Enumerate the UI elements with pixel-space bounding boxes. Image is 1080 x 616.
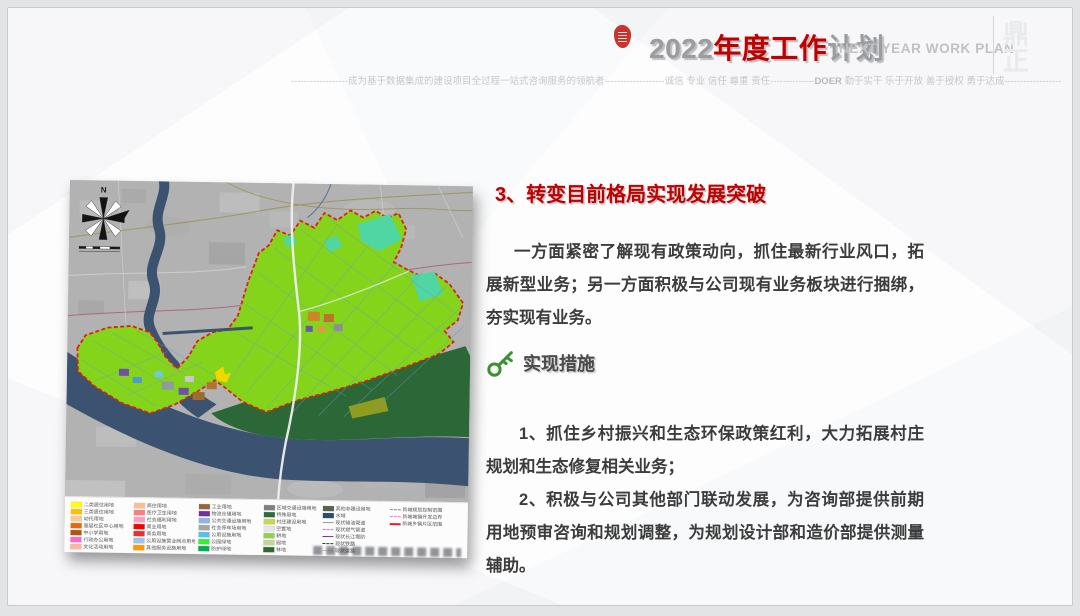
logo-char-bottom: 正 [1001, 48, 1031, 75]
measure-point-1: 1、抓住乡村振兴和生态环保政策红利，大力拓展村庄规划和生态修复相关业务； [486, 418, 924, 484]
logo-char-top: 鼎 [1001, 21, 1031, 48]
key-icon [486, 348, 516, 378]
measure-points: 1、抓住乡村振兴和生态环保政策红利，大力拓展村庄规划和生态修复相关业务； 2、积… [486, 418, 924, 583]
measures-header: 实现措施 [486, 348, 595, 378]
tagline-dashes: ------------------ [1004, 76, 1061, 87]
legend-item: 防护绿地 [198, 545, 260, 553]
intro-paragraph: 一方面紧密了解现有政策动向，抓住最新行业风口，拓展新型业务；另一方面积极与公司现… [486, 236, 924, 335]
north-label: N [101, 185, 107, 194]
tagline-dashes: ------------------- [604, 76, 664, 87]
slide-title-english: NEXT YEAR WORK PLAN [839, 41, 1014, 56]
seal-stamp-icon [614, 25, 631, 48]
slide: 2022年度工作计划 NEXT YEAR WORK PLAN 鼎 正 -----… [7, 7, 1073, 606]
land-use-planning-map: N 二类居住用地三类居住用地幼托用地基层社区中心用地中小学用地行政办公用地文化活… [64, 180, 473, 558]
map-graphic: N [65, 180, 473, 502]
legend-item: 新城乡镇片区范围 [389, 520, 463, 528]
header-divider [993, 16, 994, 74]
legend-item: 其他服务设施用地 [133, 544, 195, 552]
legend-item: 林地 [263, 546, 319, 554]
legend-item: 文化活动用地 [70, 543, 130, 551]
tagline-slogan: 成为基于数据集成的建设项目全过程一站式咨询服务的领航者 [348, 76, 605, 87]
measure-point-2: 2、积极与公司其他部门联动发展，为咨询部提供前期用地预审咨询和规划调整，为规划设… [486, 484, 924, 583]
measures-title: 实现措施 [523, 350, 595, 376]
tagline-doer: DOER [814, 76, 841, 87]
tagline-values: 诚信 专业 信任 尊重 责任 [665, 76, 771, 87]
tagline-doer-values: 勤于实干 乐于开放 善于授权 勇于达成 [845, 76, 1005, 87]
title-red-part: 年度工作 [713, 33, 827, 64]
title-year: 2022 [649, 33, 713, 64]
tagline-dashes: -------------- [770, 76, 814, 87]
section-heading: 3、转变目前格局实现发展突破 [495, 178, 924, 207]
company-logo: 鼎 正 [1001, 21, 1031, 75]
header-tagline: ------------------成为基于数据集成的建设项目全过程一站式咨询服… [291, 73, 1061, 87]
slide-content: 3、转变目前格局实现发展突破 一方面紧密了解现有政策动向，抓住最新行业风口，拓展… [486, 178, 924, 207]
tagline-dashes: ------------------ [291, 76, 348, 87]
